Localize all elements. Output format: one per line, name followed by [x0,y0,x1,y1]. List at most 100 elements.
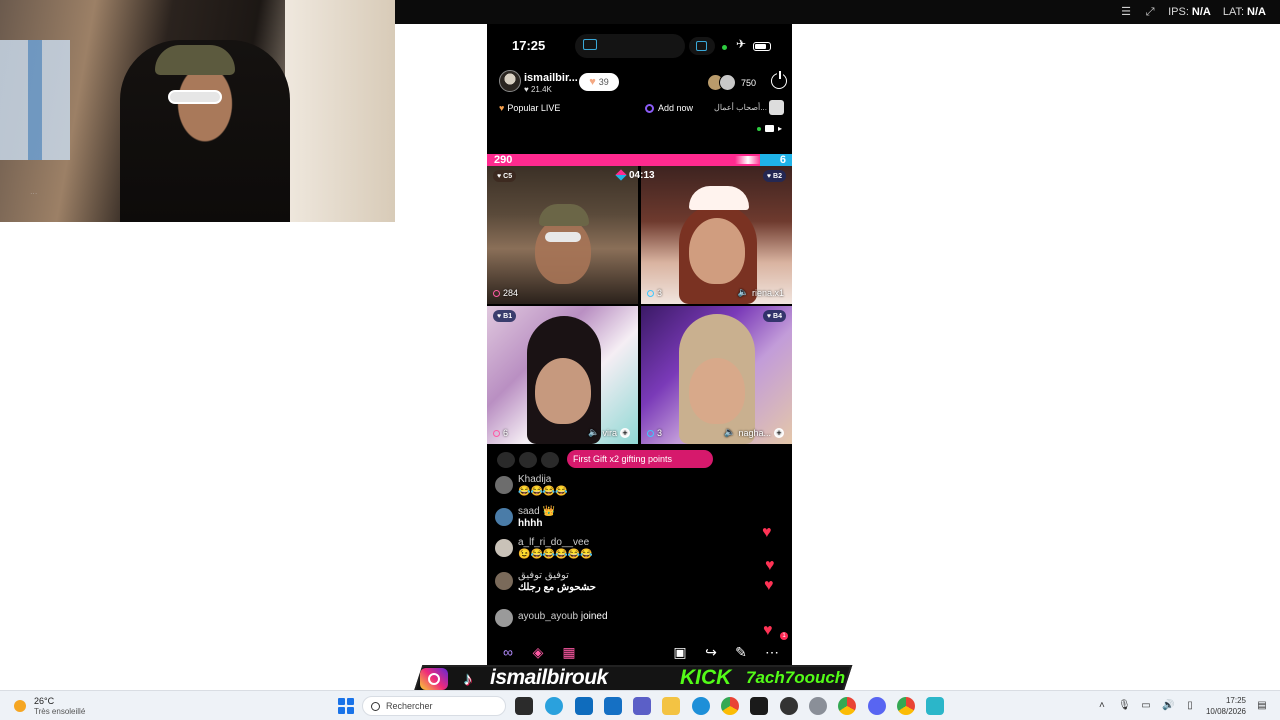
social-branding: ♪ ismailbirouk KICK 7ach7oouch [410,665,853,692]
comment-avatar [495,508,513,526]
more-icon[interactable]: ⋯ [763,644,781,660]
guest-name[interactable]: 🔈 nagha... + [724,427,784,438]
comment-item[interactable]: Khadija 😂😂😂😂 [495,474,568,497]
fullscreen-icon[interactable]: ⤢ [1144,6,1156,18]
search-icon [371,701,380,711]
status-time: 17:25 [512,38,546,53]
viewer-avatar [719,74,736,91]
tile-score-value: 284 [503,288,519,298]
camera-in-use-dot [722,45,727,50]
camera-icon[interactable] [765,125,774,132]
kick-logo: KICK [680,666,732,689]
gifter-avatar [519,452,537,468]
chevron-up-icon[interactable]: ˄ [1096,700,1108,712]
battle-timer: 04:13 [615,168,655,182]
battery-tray-icon[interactable]: ▯ [1184,700,1196,712]
chrome-profile-icon[interactable] [838,697,856,715]
joined-user: ayoub_ayoub [518,611,579,622]
guest-tile-2[interactable]: ♥ B2 3 🔈 riena.x1 [641,166,792,304]
taskbar-clock[interactable]: 17:25 10/08/2026 [1206,695,1246,717]
host-info: ismailbir... ♥ 21.4K ♥ 39 750 [487,70,792,98]
guest-name[interactable]: 🔈 vira + [588,427,630,438]
guest-tile-1[interactable]: ♥ C5 284 [487,166,638,304]
add-now-button[interactable]: Add now [645,103,693,113]
host-likes-value: 21.4K [530,85,552,94]
join-notice: ayoub_ayoub joined [495,607,608,627]
status-bar: 17:25 ✈ [487,34,792,60]
start-button[interactable] [338,698,354,714]
discord-icon[interactable] [868,697,886,715]
heart-icon: ♥ [765,557,775,574]
screen-mirror-app-icon[interactable] [926,697,944,715]
list-icon[interactable]: ☰ [1120,6,1132,18]
top-viewers[interactable] [707,74,739,92]
share-icon[interactable]: ↪ [702,644,720,660]
door-background [285,0,395,222]
comment-item[interactable]: saad 👑 hhhh [495,506,555,529]
magic-wand-icon[interactable]: ✎ [732,644,750,660]
microphone-icon[interactable]: 🎙 [1118,700,1131,712]
rank-badge: ♥ B1 [493,310,517,322]
dynamic-island [575,34,685,58]
heart-icon: ♥ [764,577,774,594]
viewer-count[interactable]: 750 [741,78,756,88]
store-icon[interactable] [575,697,593,715]
top-gifters[interactable] [497,452,559,468]
gift-banner: First Gift x2 gifting points [567,450,713,468]
phone-screen: 17:25 ✈ ismailbir... ♥ 21.4K ♥ 39 750 ♥ … [487,24,792,690]
weather-widget[interactable]: 26°C Très ensoleillé [12,694,122,718]
mirror-top-bar: ☰ ⤢ IPS: N/A LAT: N/A [395,0,1280,24]
group-name[interactable]: أصحاب أعمال... [714,103,767,112]
taskbar-search[interactable]: Rechercher [362,696,506,716]
gifter-avatar [497,452,515,468]
chevron-right-icon[interactable]: ▸ [778,124,782,133]
mirror-stats: ☰ ⤢ IPS: N/A LAT: N/A [1120,0,1266,24]
battle-grid: ♥ C5 284 ♥ B2 3 🔈 riena.x1 ♥ B1 6 🔈 vira + … [487,166,792,446]
power-icon[interactable] [771,71,787,89]
comment-item[interactable]: a_lf_ri_do__vee 😉😂😂😂😂😂 [495,537,593,560]
task-view-icon[interactable] [515,697,533,715]
volume-icon[interactable]: 🔊 [1162,700,1174,712]
add-guest-icon[interactable]: + [620,427,630,438]
notification-icon[interactable]: ▤ [1256,700,1268,712]
chrome-alt-icon[interactable] [897,697,915,715]
outlook-icon[interactable] [604,697,622,715]
gift-multi-icon[interactable]: ◈ [529,644,547,660]
weather-condition: Très ensoleillé [34,707,86,716]
settings-icon[interactable] [809,697,827,715]
network-icon[interactable]: ▭ [1140,700,1152,712]
guest-tile-3[interactable]: ♥ B1 6 🔈 vira + [487,306,638,444]
grid-icon[interactable]: ▦ [560,644,578,660]
rank-badge: ♥ B4 [762,310,786,322]
comment-avatar [495,539,513,557]
guest-name-label: riena.x1 [751,287,784,298]
teams-icon[interactable] [633,697,651,715]
follow-button[interactable]: ♥ 39 [579,73,619,91]
add-guest-icon[interactable]: + [774,427,784,438]
host-name[interactable]: ismailbir... [524,72,578,84]
comment-message: 😂😂😂😂 [518,486,568,497]
guest-name[interactable]: 🔈 riena.x1 [738,287,784,298]
popular-live-label: Popular LIVE [507,103,561,113]
telegram-icon[interactable] [545,697,563,715]
host-avatar[interactable] [499,70,521,92]
popular-live-badge[interactable]: ♥ Popular LIVE [499,103,560,113]
edge-icon[interactable] [692,697,710,715]
screen-mirror-icon [696,41,707,51]
airplane-mode-icon: ✈ [736,37,747,51]
link-icon[interactable]: ∞ [499,644,517,660]
film-icon[interactable]: ▣ [671,644,689,660]
heart-icon: ♥ [762,524,772,541]
file-explorer-icon[interactable] [662,697,680,715]
heart-badge: 1 [780,632,788,640]
obs-icon[interactable] [780,697,798,715]
tiktok-icon: ♪ [463,669,473,689]
tile-score: 3 [647,428,662,438]
comment-avatar [495,609,513,627]
joined-text: joined [580,611,608,622]
comment-item[interactable]: توفيق توفيق حشحوش مع رجلك [495,570,596,593]
terminal-icon[interactable] [750,697,768,715]
chrome-icon[interactable] [721,697,739,715]
guest-tile-4[interactable]: ♥ B4 3 🔈 nagha... + [641,306,792,444]
group-avatar[interactable] [769,100,784,115]
